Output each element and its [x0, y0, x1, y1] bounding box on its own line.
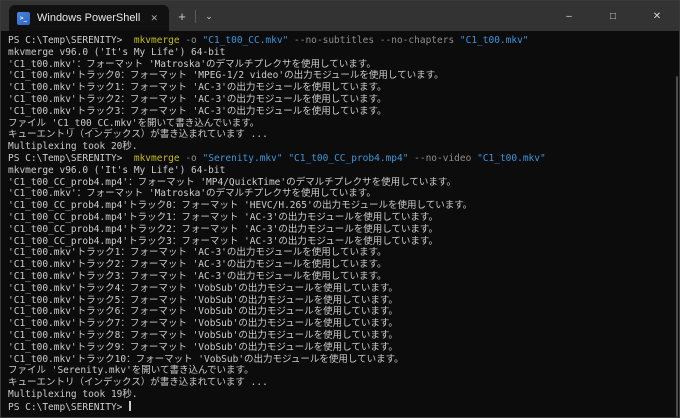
terminal-line: ファイル 'C1_t00_CC.mkv'を開いて書き込んでいます。 — [8, 118, 679, 130]
titlebar-drag-area — [222, 1, 547, 31]
text-cursor — [129, 401, 131, 411]
chevron-down-icon: ⌄ — [205, 11, 213, 22]
close-button[interactable]: ✕ — [635, 1, 679, 31]
terminal-line: 'C1_t00.mkv'トラック6：フォーマット 'VobSub'の出力モジュー… — [8, 306, 679, 318]
terminal-line: PS C:\Temp\SERENITY> mkvmerge -o "Sereni… — [8, 153, 679, 165]
terminal-line: 'C1_t00.mkv'トラック5：フォーマット 'VobSub'の出力モジュー… — [8, 295, 679, 307]
minimize-button[interactable]: – — [547, 1, 591, 31]
terminal-line: Multiplexing took 19秒. — [8, 389, 679, 401]
tab-close-icon[interactable]: ✕ — [147, 11, 161, 26]
new-tab-button[interactable]: + — [169, 1, 195, 31]
scrollbar[interactable] — [676, 76, 678, 417]
terminal-line: mkvmerge v96.0 ('It's My Life') 64-bit — [8, 47, 679, 59]
close-icon: ✕ — [653, 11, 661, 22]
maximize-icon: □ — [610, 11, 616, 22]
terminal-window: >_ Windows PowerShell ✕ + ⌄ – □ ✕ PS C:\… — [0, 0, 680, 418]
terminal-line: 'C1_t00.mkv'トラック7：フォーマット 'VobSub'の出力モジュー… — [8, 318, 679, 330]
terminal-line: ファイル 'Serenity.mkv'を開いて書き込んでいます。 — [8, 365, 679, 377]
terminal-line: Multiplexing took 20秒. — [8, 141, 679, 153]
terminal-line: 'C1_t00.mkv'トラック10：フォーマット 'VobSub'の出力モジュ… — [8, 354, 679, 366]
terminal-line: 'C1_t00.mkv'トラック2：フォーマット 'AC-3'の出力モジュールを… — [8, 259, 679, 271]
terminal-line: 'C1_t00_CC_prob4.mp4'トラック1：フォーマット 'AC-3'… — [8, 212, 679, 224]
plus-icon: + — [178, 9, 186, 24]
terminal-line: 'C1_t00.mkv'トラック1：フォーマット 'AC-3'の出力モジュールを… — [8, 82, 679, 94]
terminal-line: 'C1_t00_CC_prob4.mp4'：フォーマット 'MP4/QuickT… — [8, 177, 679, 189]
terminal-line: 'C1_t00.mkv'：フォーマット 'Matroska'のデマルチプレクサを… — [8, 59, 679, 71]
terminal-line: 'C1_t00.mkv'トラック8：フォーマット 'VobSub'の出力モジュー… — [8, 330, 679, 342]
terminal-line: 'C1_t00.mkv'トラック0：フォーマット 'MPEG-1/2 video… — [8, 70, 679, 82]
terminal-line: 'C1_t00.mkv'トラック3：フォーマット 'AC-3'の出力モジュールを… — [8, 271, 679, 283]
terminal-line: 'C1_t00.mkv'トラック2：フォーマット 'AC-3'の出力モジュールを… — [8, 94, 679, 106]
terminal-line: PS C:\Temp\SERENITY> mkvmerge -o "C1_t00… — [8, 35, 679, 47]
terminal-line: 'C1_t00.mkv'トラック9：フォーマット 'VobSub'の出力モジュー… — [8, 342, 679, 354]
terminal-line: キューエントリ（インデックス）が書き込まれています ... — [8, 377, 679, 389]
terminal-line: PS C:\Temp\SERENITY> — [8, 401, 679, 413]
powershell-icon: >_ — [17, 12, 30, 25]
terminal-line: 'C1_t00.mkv'トラック3：フォーマット 'AC-3'の出力モジュールを… — [8, 106, 679, 118]
maximize-button[interactable]: □ — [591, 1, 635, 31]
minimize-icon: – — [566, 11, 572, 22]
terminal-line: 'C1_t00_CC_prob4.mp4'トラック2：フォーマット 'AC-3'… — [8, 224, 679, 236]
titlebar: >_ Windows PowerShell ✕ + ⌄ – □ ✕ — [1, 1, 679, 31]
tab-dropdown-button[interactable]: ⌄ — [196, 1, 222, 31]
terminal-line: mkvmerge v96.0 ('It's My Life') 64-bit — [8, 165, 679, 177]
terminal-line: 'C1_t00_CC_prob4.mp4'トラック0：フォーマット 'HEVC/… — [8, 200, 679, 212]
terminal-line: キューエントリ（インデックス）が書き込まれています ... — [8, 129, 679, 141]
terminal-line: 'C1_t00.mkv'トラック1：フォーマット 'AC-3'の出力モジュールを… — [8, 247, 679, 259]
terminal-line: 'C1_t00.mkv'：フォーマット 'Matroska'のデマルチプレクサを… — [8, 188, 679, 200]
tab-title: Windows PowerShell — [37, 12, 140, 24]
terminal-line: 'C1_t00_CC_prob4.mp4'トラック3：フォーマット 'AC-3'… — [8, 236, 679, 248]
terminal-output[interactable]: PS C:\Temp\SERENITY> mkvmerge -o "C1_t00… — [1, 31, 679, 417]
tab-windows-powershell[interactable]: >_ Windows PowerShell ✕ — [9, 5, 169, 31]
terminal-line: 'C1_t00.mkv'トラック4：フォーマット 'VobSub'の出力モジュー… — [8, 283, 679, 295]
